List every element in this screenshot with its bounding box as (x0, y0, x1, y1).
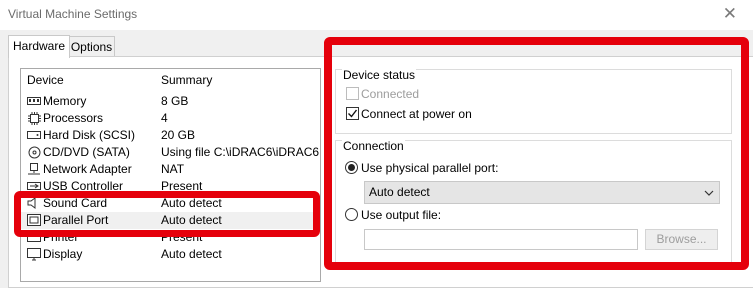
device-summary: 4 (161, 111, 168, 125)
device-name: Display (43, 247, 83, 261)
hard-disk-icon (27, 129, 41, 141)
device-name: CD/DVD (SATA) (43, 145, 130, 159)
device-summary: NAT (161, 162, 185, 176)
device-name: Processors (43, 111, 104, 125)
device-list-header: Device Summary (21, 69, 320, 91)
device-name: Memory (43, 94, 87, 108)
cd-dvd-icon (27, 146, 41, 158)
network-adapter-icon (27, 163, 41, 175)
tab-options[interactable]: Options (68, 36, 115, 57)
tab-hardware[interactable]: Hardware (8, 35, 70, 58)
device-row-processors[interactable]: Processors 4 (21, 110, 320, 127)
device-row-memory[interactable]: Memory 8 GB (21, 93, 320, 110)
title-bar: Virtual Machine Settings ✕ (0, 0, 753, 30)
device-name: Network Adapter (43, 162, 132, 176)
device-row-display[interactable]: Display Auto detect (21, 246, 320, 263)
device-summary: 20 GB (161, 128, 196, 142)
device-row-cd-dvd[interactable]: CD/DVD (SATA) Using file C:\iDRAC6\iDRAC… (21, 144, 320, 161)
highlight-box-parallel-port (14, 191, 320, 237)
processor-icon (27, 111, 41, 125)
device-list[interactable]: Device Summary Memory 8 GB Processors 4 … (20, 68, 321, 282)
summary-column-header[interactable]: Summary (161, 73, 212, 87)
device-summary: Using file C:\iDRAC6\iDRAC6... (161, 145, 321, 159)
device-summary: 8 GB (161, 94, 189, 108)
close-icon[interactable]: ✕ (723, 4, 737, 24)
device-row-hard-disk[interactable]: Hard Disk (SCSI) 20 GB (21, 127, 320, 144)
device-column-header[interactable]: Device (27, 73, 64, 87)
window-title: Virtual Machine Settings (8, 7, 138, 21)
device-summary: Auto detect (161, 247, 222, 261)
memory-icon (27, 95, 41, 107)
device-row-network-adapter[interactable]: Network Adapter NAT (21, 161, 320, 178)
device-name: Hard Disk (SCSI) (43, 128, 136, 142)
display-icon (27, 247, 41, 260)
highlight-box-settings-panel (324, 37, 749, 270)
